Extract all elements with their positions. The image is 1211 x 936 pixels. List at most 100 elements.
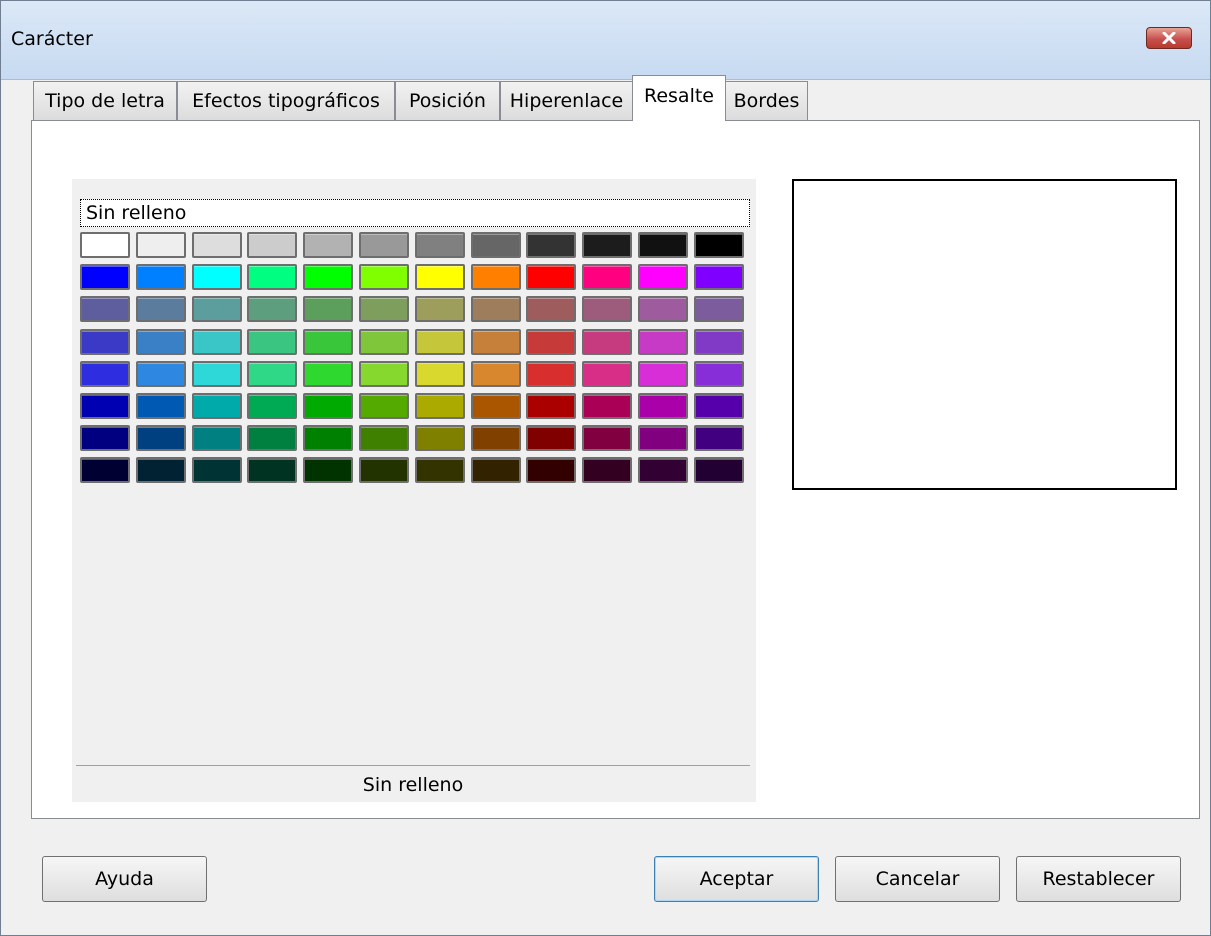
color-swatch[interactable] xyxy=(303,329,353,355)
color-swatch[interactable] xyxy=(638,264,688,290)
color-swatch[interactable] xyxy=(359,232,409,258)
color-swatch[interactable] xyxy=(526,457,576,483)
color-swatch[interactable] xyxy=(415,425,465,451)
color-swatch[interactable] xyxy=(247,329,297,355)
color-swatch[interactable] xyxy=(415,393,465,419)
color-swatch[interactable] xyxy=(136,329,186,355)
color-swatch[interactable] xyxy=(638,393,688,419)
color-swatch[interactable] xyxy=(582,393,632,419)
color-swatch[interactable] xyxy=(303,361,353,387)
color-swatch[interactable] xyxy=(136,232,186,258)
color-swatch[interactable] xyxy=(471,361,521,387)
color-swatch[interactable] xyxy=(303,264,353,290)
color-swatch[interactable] xyxy=(638,425,688,451)
color-swatch[interactable] xyxy=(582,264,632,290)
color-swatch[interactable] xyxy=(694,457,744,483)
color-swatch[interactable] xyxy=(80,296,130,322)
color-swatch[interactable] xyxy=(192,425,242,451)
color-swatch[interactable] xyxy=(359,457,409,483)
color-swatch[interactable] xyxy=(80,393,130,419)
color-swatch[interactable] xyxy=(582,296,632,322)
color-swatch[interactable] xyxy=(694,264,744,290)
tab-highlight[interactable]: Resalte xyxy=(632,75,726,121)
color-swatch[interactable] xyxy=(80,425,130,451)
tab-position[interactable]: Posición xyxy=(395,81,500,120)
color-swatch[interactable] xyxy=(247,393,297,419)
color-swatch[interactable] xyxy=(526,425,576,451)
close-button[interactable] xyxy=(1146,27,1192,49)
color-swatch[interactable] xyxy=(359,329,409,355)
color-swatch[interactable] xyxy=(192,329,242,355)
color-swatch[interactable] xyxy=(136,457,186,483)
color-swatch[interactable] xyxy=(136,296,186,322)
color-swatch[interactable] xyxy=(471,232,521,258)
color-swatch[interactable] xyxy=(415,457,465,483)
color-swatch[interactable] xyxy=(359,296,409,322)
color-swatch[interactable] xyxy=(247,457,297,483)
color-swatch[interactable] xyxy=(359,393,409,419)
color-swatch[interactable] xyxy=(694,329,744,355)
color-swatch[interactable] xyxy=(192,361,242,387)
color-swatch[interactable] xyxy=(359,264,409,290)
color-swatch[interactable] xyxy=(247,296,297,322)
color-swatch[interactable] xyxy=(136,264,186,290)
color-swatch[interactable] xyxy=(80,329,130,355)
color-swatch[interactable] xyxy=(471,329,521,355)
color-swatch[interactable] xyxy=(638,296,688,322)
color-swatch[interactable] xyxy=(192,393,242,419)
color-swatch[interactable] xyxy=(80,264,130,290)
tab-font[interactable]: Tipo de letra xyxy=(33,81,177,120)
color-swatch[interactable] xyxy=(136,393,186,419)
color-swatch[interactable] xyxy=(415,232,465,258)
color-swatch[interactable] xyxy=(526,361,576,387)
cancel-button[interactable]: Cancelar xyxy=(835,856,1000,902)
color-swatch[interactable] xyxy=(80,457,130,483)
color-swatch[interactable] xyxy=(303,457,353,483)
color-swatch[interactable] xyxy=(638,457,688,483)
color-swatch[interactable] xyxy=(526,393,576,419)
color-swatch[interactable] xyxy=(303,393,353,419)
help-button[interactable]: Ayuda xyxy=(42,856,207,902)
tab-hyperlink[interactable]: Hiperenlace xyxy=(500,81,633,120)
color-swatch[interactable] xyxy=(80,361,130,387)
color-swatch[interactable] xyxy=(192,264,242,290)
color-swatch[interactable] xyxy=(415,296,465,322)
color-swatch[interactable] xyxy=(247,264,297,290)
color-swatch[interactable] xyxy=(638,232,688,258)
color-swatch[interactable] xyxy=(526,232,576,258)
color-swatch[interactable] xyxy=(582,361,632,387)
color-swatch[interactable] xyxy=(526,296,576,322)
color-swatch[interactable] xyxy=(247,361,297,387)
color-swatch[interactable] xyxy=(638,329,688,355)
color-swatch[interactable] xyxy=(247,232,297,258)
color-swatch[interactable] xyxy=(192,296,242,322)
color-swatch[interactable] xyxy=(415,329,465,355)
color-swatch[interactable] xyxy=(526,329,576,355)
color-swatch[interactable] xyxy=(638,361,688,387)
tab-borders[interactable]: Bordes xyxy=(725,81,808,120)
reset-button[interactable]: Restablecer xyxy=(1016,856,1181,902)
color-swatch[interactable] xyxy=(471,393,521,419)
color-swatch[interactable] xyxy=(471,264,521,290)
color-swatch[interactable] xyxy=(471,425,521,451)
tab-font-effects[interactable]: Efectos tipográficos xyxy=(177,81,395,120)
color-swatch[interactable] xyxy=(694,296,744,322)
color-swatch[interactable] xyxy=(694,361,744,387)
color-swatch[interactable] xyxy=(582,329,632,355)
color-swatch[interactable] xyxy=(582,457,632,483)
color-swatch[interactable] xyxy=(247,425,297,451)
color-swatch[interactable] xyxy=(136,425,186,451)
color-swatch[interactable] xyxy=(192,457,242,483)
color-swatch[interactable] xyxy=(303,425,353,451)
color-swatch[interactable] xyxy=(582,425,632,451)
color-swatch[interactable] xyxy=(303,296,353,322)
color-swatch[interactable] xyxy=(694,425,744,451)
color-swatch[interactable] xyxy=(415,361,465,387)
color-swatch[interactable] xyxy=(694,232,744,258)
ok-button[interactable]: Aceptar xyxy=(654,856,819,902)
color-swatch[interactable] xyxy=(694,393,744,419)
color-swatch[interactable] xyxy=(80,232,130,258)
color-swatch[interactable] xyxy=(359,425,409,451)
color-swatch[interactable] xyxy=(415,264,465,290)
color-swatch[interactable] xyxy=(471,457,521,483)
